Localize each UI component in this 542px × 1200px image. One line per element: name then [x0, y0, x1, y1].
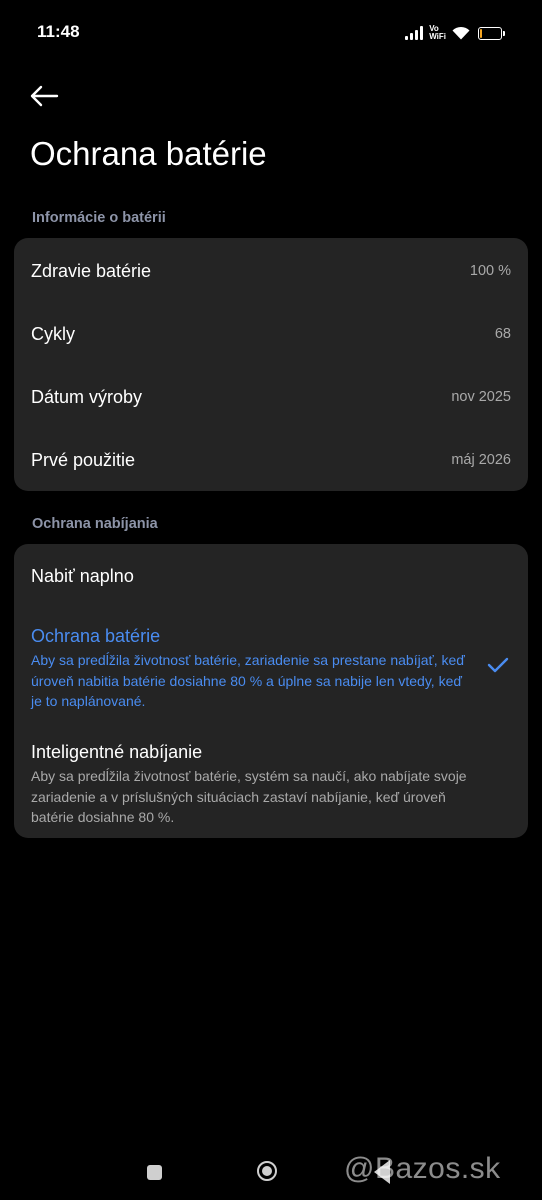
info-row-health: Zdravie batérie 100 %	[31, 256, 511, 286]
wifi-icon	[452, 26, 470, 40]
back-button[interactable]	[26, 78, 62, 114]
check-icon	[487, 657, 509, 673]
option-title: Nabiť naplno	[31, 566, 134, 586]
info-value: nov 2025	[451, 389, 511, 405]
option-title: Ochrana batérie	[31, 626, 161, 646]
vowifi-bottom: WiFi	[429, 32, 446, 41]
option-description: Aby sa predĺžila životnosť batérie, zari…	[31, 652, 465, 709]
info-label: Zdravie batérie	[31, 260, 152, 281]
info-row-manufacture-date: Dátum výroby nov 2025	[31, 382, 511, 412]
info-row-cycles: Cykly 68	[31, 319, 511, 349]
section-header-charging-protection: Ochrana nabíjania	[32, 516, 158, 532]
info-label: Dátum výroby	[31, 386, 143, 407]
signal-icon	[405, 26, 424, 40]
arrow-left-icon	[30, 85, 59, 107]
recent-apps-button[interactable]	[147, 1165, 162, 1180]
page-title: Ochrana batérie	[30, 135, 267, 172]
info-label: Cykly	[31, 323, 75, 344]
status-bar: 11:48 Vo WiFi	[0, 0, 542, 66]
option-full-charge[interactable]: Nabiť naplno	[31, 564, 511, 588]
info-row-first-use: Prvé použitie máj 2026	[31, 445, 511, 475]
vowifi-icon: Vo WiFi	[429, 25, 446, 41]
charging-protection-card: Nabiť naplno Ochrana batérie Aby sa pred…	[14, 544, 528, 838]
battery-fill	[480, 28, 483, 38]
battery-icon	[478, 26, 505, 40]
info-value: 100 %	[469, 263, 511, 279]
option-description: Aby sa predĺžila životnosť batérie, syst…	[31, 768, 467, 825]
status-icons: Vo WiFi	[405, 22, 505, 44]
info-value: 68	[494, 326, 511, 342]
option-smart-charging[interactable]: Inteligentné nabíjanie Aby sa predĺžila …	[31, 740, 511, 828]
info-label: Prvé použitie	[31, 449, 136, 470]
watermark: @Bazos.sk	[344, 1152, 501, 1185]
info-value: máj 2026	[451, 452, 511, 468]
section-header-battery-info: Informácie o batérii	[32, 210, 166, 226]
option-title: Inteligentné nabíjanie	[31, 742, 203, 762]
status-time: 11:48	[37, 22, 80, 41]
battery-info-card: Zdravie batérie 100 % Cykly 68 Dátum výr…	[14, 238, 528, 491]
home-button[interactable]	[257, 1161, 277, 1181]
option-battery-protection[interactable]: Ochrana batérie Aby sa predĺžila životno…	[31, 624, 511, 712]
